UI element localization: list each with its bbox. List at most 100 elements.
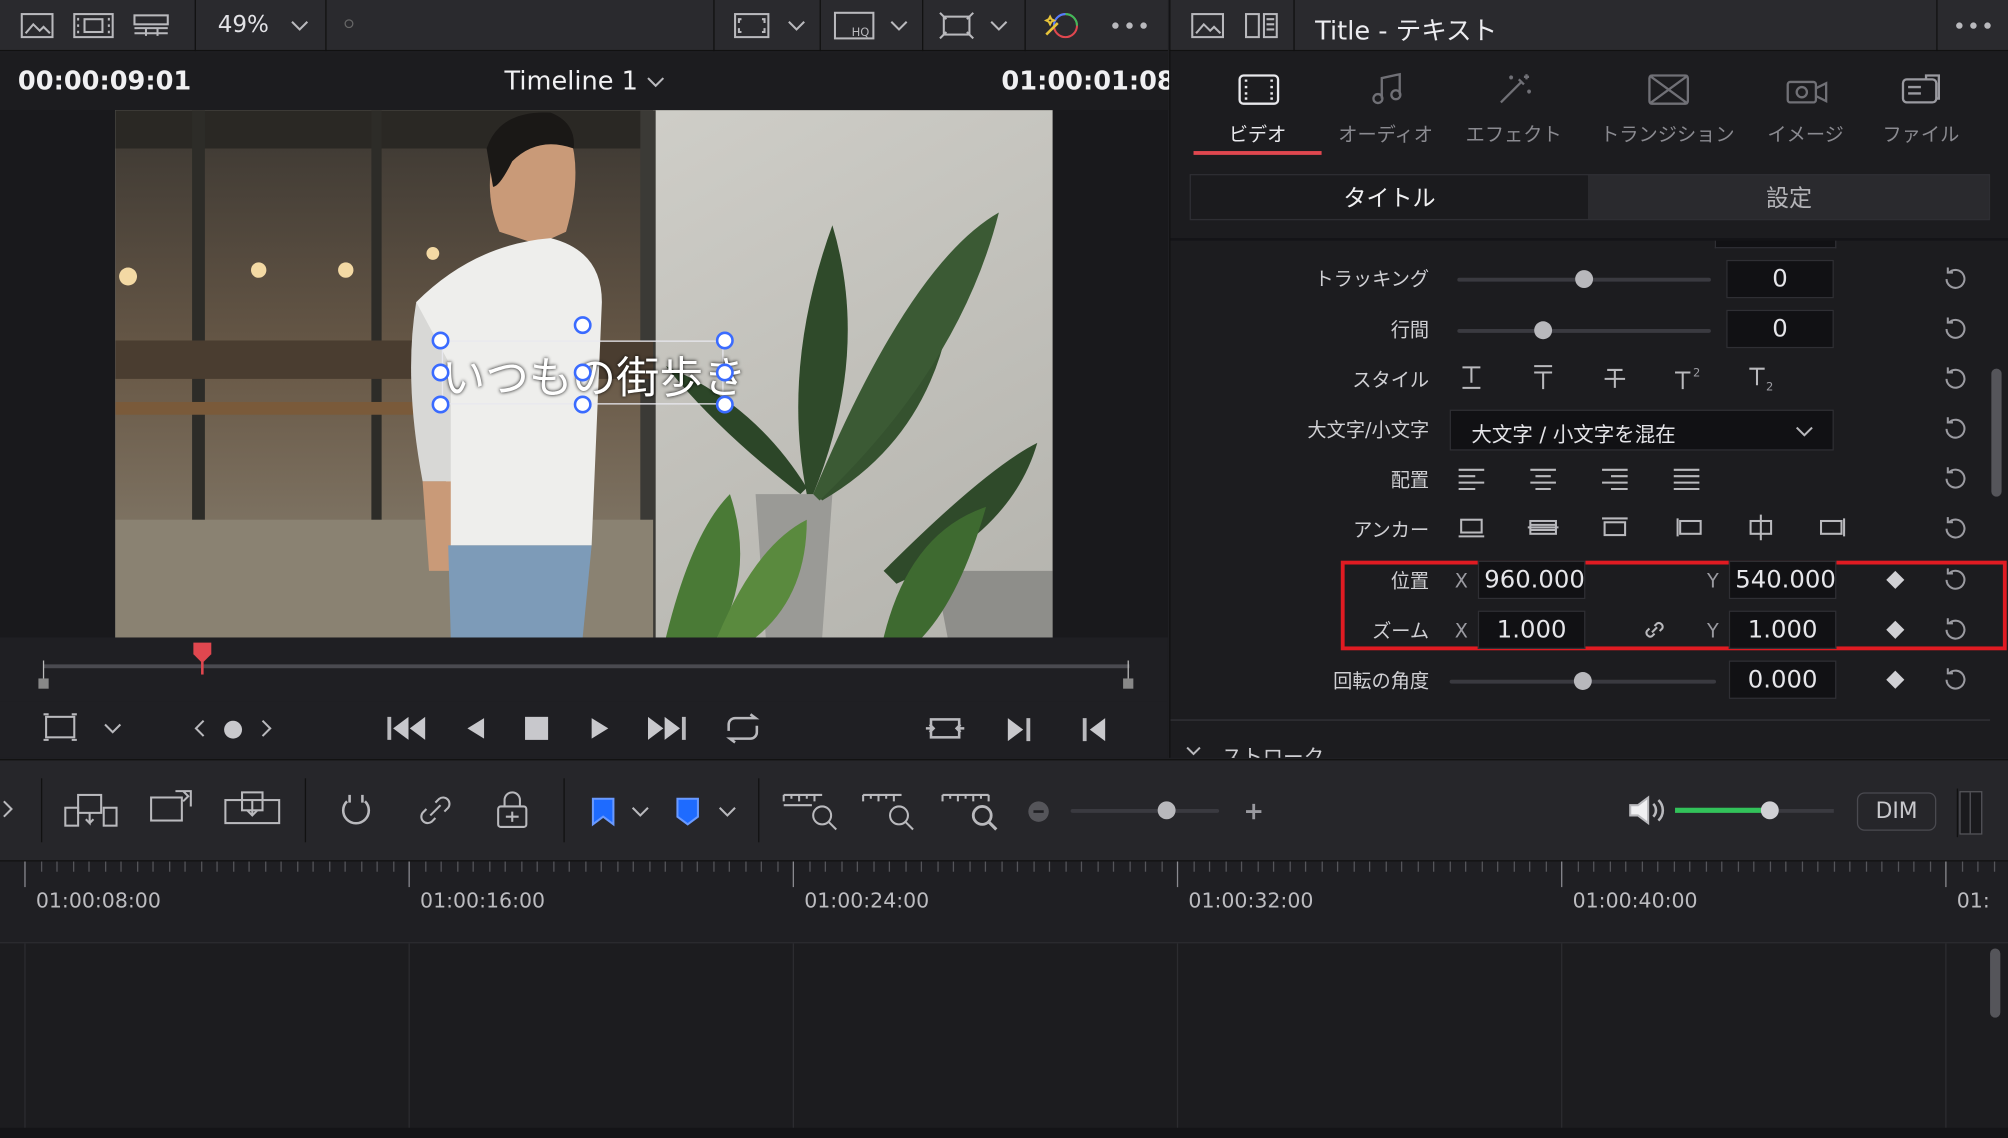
zoom-in-icon[interactable] [1240, 799, 1268, 825]
playhead[interactable] [192, 641, 212, 675]
segment-title[interactable]: タイトル [1190, 175, 1588, 219]
line-spacing-slider-knob[interactable] [1534, 321, 1553, 340]
resize-handle[interactable] [431, 331, 450, 350]
volume-knob[interactable] [1761, 801, 1780, 820]
timeline-scrollbar[interactable] [1990, 948, 2001, 1018]
stop-icon[interactable] [520, 712, 553, 745]
reset-icon[interactable] [1940, 364, 1971, 395]
match-frame-icon[interactable] [922, 709, 968, 747]
jog-dot[interactable] [224, 720, 243, 739]
timeline-zoom-slider[interactable] [1070, 809, 1220, 813]
stroke-section-header[interactable]: ストローク [1222, 740, 1324, 758]
chevron-right-icon[interactable] [0, 794, 15, 825]
resize-handle[interactable] [431, 363, 450, 382]
zoom-level-select[interactable]: 49% [218, 12, 269, 39]
reset-icon[interactable] [1940, 614, 1971, 645]
rotation-input[interactable]: 0.000 [1728, 660, 1837, 699]
tab-audio[interactable]: オーディオ [1322, 54, 1450, 156]
prev-frame-icon[interactable] [187, 714, 213, 742]
tab-effects[interactable]: エフェクト [1450, 54, 1578, 156]
image-view-icon[interactable] [18, 10, 56, 41]
chevron-down-icon[interactable] [715, 799, 741, 825]
keyframe-diamond-icon[interactable] [1886, 670, 1905, 689]
overwrite-clip-icon[interactable] [146, 786, 197, 832]
dim-button[interactable]: DIM [1856, 792, 1937, 831]
safe-area-icon[interactable] [41, 712, 79, 743]
strikethrough-text-icon[interactable] [1598, 361, 1631, 394]
rotate-handle[interactable] [573, 316, 592, 335]
line-spacing-slider[interactable] [1457, 328, 1711, 333]
position-x-input[interactable]: 960.000 [1477, 560, 1586, 600]
zoom-custom-icon[interactable] [937, 786, 1001, 832]
superscript-text-icon[interactable]: 2 [1670, 361, 1708, 394]
reset-icon[interactable] [1940, 413, 1971, 444]
zoom-full-timeline-icon[interactable] [779, 786, 840, 832]
replace-clip-icon[interactable] [220, 786, 284, 832]
chevron-down-icon[interactable] [287, 13, 313, 39]
timeline-tracks[interactable] [0, 943, 2008, 1138]
resize-handle[interactable] [573, 395, 592, 414]
link-icon[interactable] [1639, 614, 1670, 645]
linked-selection-icon[interactable] [412, 789, 458, 833]
tab-transition[interactable]: トランジション [1591, 54, 1745, 156]
align-justify-icon[interactable] [1670, 463, 1703, 494]
position-lock-icon[interactable] [489, 786, 535, 832]
tracking-input[interactable]: 0 [1726, 259, 1834, 299]
snapping-icon[interactable] [333, 789, 379, 833]
color-magic-icon[interactable] [1040, 8, 1084, 44]
image-panel-icon[interactable] [1188, 10, 1226, 41]
position-y-input[interactable]: 540.000 [1728, 560, 1837, 600]
chevron-down-icon[interactable] [986, 13, 1012, 39]
anchor-middle-icon[interactable] [1526, 512, 1559, 543]
chevron-down-icon[interactable] [100, 717, 126, 740]
anchor-bottom-icon[interactable] [1455, 512, 1488, 543]
tracking-slider-knob[interactable] [1575, 270, 1594, 289]
resize-handle[interactable] [715, 395, 734, 414]
underline-text-icon[interactable] [1455, 361, 1488, 394]
align-center-icon[interactable] [1526, 463, 1559, 494]
chevron-down-icon[interactable] [643, 69, 669, 95]
reset-icon[interactable] [1940, 565, 1971, 596]
align-right-icon[interactable] [1598, 463, 1631, 494]
anchor-right-icon[interactable] [1816, 512, 1849, 543]
speaker-icon[interactable] [1624, 791, 1670, 829]
rotation-slider-knob[interactable] [1573, 672, 1592, 690]
zoom-detail-icon[interactable] [858, 786, 919, 832]
resize-handle[interactable] [715, 331, 734, 350]
reset-icon[interactable] [1940, 664, 1971, 695]
more-options-icon[interactable] [1106, 13, 1152, 39]
transform-overlay-icon[interactable] [935, 9, 979, 42]
play-icon[interactable] [584, 712, 617, 745]
marker-icon[interactable] [671, 794, 704, 830]
go-to-end-icon[interactable] [640, 709, 691, 747]
next-frame-icon[interactable] [254, 714, 280, 742]
viewer-frame-icon[interactable] [733, 10, 771, 41]
chevron-down-icon[interactable] [1183, 742, 1203, 757]
chevron-down-icon[interactable] [627, 799, 653, 825]
resize-handle[interactable] [715, 363, 734, 382]
zoom-y-input[interactable]: 1.000 [1728, 610, 1837, 650]
in-point-marker[interactable] [37, 660, 50, 692]
resize-handle[interactable] [431, 395, 450, 414]
insert-clip-icon[interactable] [61, 789, 120, 833]
case-dropdown[interactable]: 大文字 / 小文字を混在 [1449, 409, 1834, 451]
video-frame[interactable]: いつもの街歩き [115, 110, 1053, 638]
center-handle[interactable] [573, 363, 592, 382]
go-to-start-icon[interactable] [384, 709, 430, 747]
reset-icon[interactable] [1940, 463, 1971, 494]
line-spacing-input[interactable]: 0 [1726, 309, 1834, 349]
more-options-icon[interactable] [1952, 15, 1996, 35]
timeline-name-select[interactable]: Timeline 1 [505, 65, 638, 96]
scrubber-bar[interactable] [0, 637, 1168, 702]
filmstrip-view-icon[interactable] [72, 10, 116, 41]
prev-edit-icon[interactable] [1076, 712, 1112, 748]
anchor-top-icon[interactable] [1598, 512, 1631, 543]
overline-text-icon[interactable] [1526, 361, 1559, 394]
reset-icon[interactable] [1940, 314, 1971, 345]
chevron-down-icon[interactable] [784, 13, 810, 39]
tab-file[interactable]: ファイル [1857, 54, 1985, 156]
tab-video[interactable]: ビデオ [1193, 54, 1322, 156]
loop-icon[interactable] [720, 709, 766, 747]
zoom-out-icon[interactable] [1024, 799, 1052, 825]
align-left-icon[interactable] [1455, 463, 1488, 494]
